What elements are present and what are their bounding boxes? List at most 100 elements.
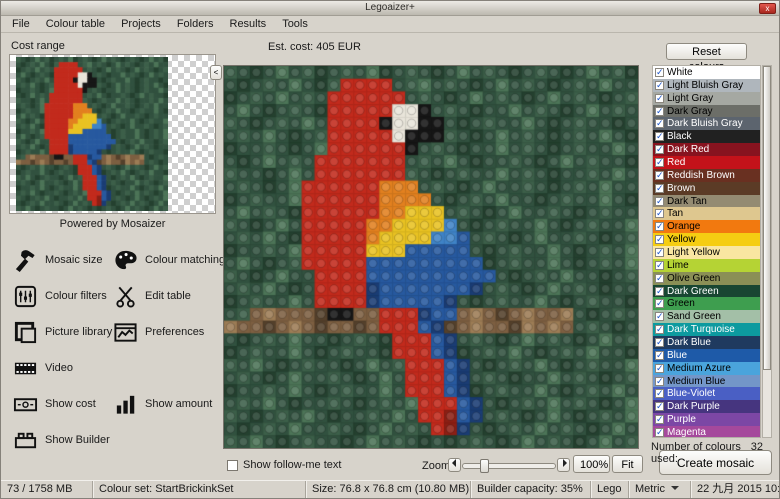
color-row[interactable]: ✓ Medium Azure: [653, 362, 760, 375]
reset-colours-button[interactable]: Reset colours: [666, 43, 747, 60]
zoom-100-button[interactable]: 100%: [573, 455, 610, 473]
zoom-slider-thumb[interactable]: [480, 459, 489, 473]
color-row[interactable]: ✓ Sand Green: [653, 310, 760, 323]
color-row[interactable]: ✓ Light Bluish Gray: [653, 79, 760, 92]
color-checkbox[interactable]: ✓: [655, 364, 664, 373]
color-name: Dark Tan: [667, 196, 707, 207]
color-row[interactable]: ✓ Dark Red: [653, 143, 760, 156]
color-row[interactable]: ✓ White: [653, 66, 760, 79]
color-name: Light Gray: [667, 93, 713, 104]
color-row[interactable]: ✓ Yellow: [653, 233, 760, 246]
color-row[interactable]: ✓ Light Yellow: [653, 246, 760, 259]
color-name: Black: [667, 131, 691, 142]
color-checkbox[interactable]: ✓: [655, 158, 664, 167]
color-checkbox[interactable]: ✓: [655, 287, 664, 296]
color-checkbox[interactable]: ✓: [655, 389, 664, 398]
color-row[interactable]: ✓ Lime: [653, 259, 760, 272]
color-row[interactable]: ✓ Purple: [653, 413, 760, 426]
color-checkbox[interactable]: ✓: [655, 132, 664, 141]
color-checkbox[interactable]: ✓: [655, 68, 664, 77]
menu-item[interactable]: Folders: [169, 16, 222, 32]
tool-button[interactable]: Mosaic size: [13, 248, 113, 273]
colours-used-row: Number of colours used: 32: [651, 441, 763, 465]
color-row[interactable]: ✓ Olive Green: [653, 272, 760, 285]
color-checkbox[interactable]: ✓: [655, 351, 664, 360]
color-row[interactable]: ✓ Red: [653, 156, 760, 169]
color-row[interactable]: ✓ Magenta: [653, 426, 760, 438]
color-checkbox[interactable]: ✓: [655, 119, 664, 128]
color-row[interactable]: ✓ Black: [653, 130, 760, 143]
color-row[interactable]: ✓ Green: [653, 297, 760, 310]
mosaic-view: [223, 65, 639, 449]
tool-button[interactable]: Show Builder: [13, 428, 113, 453]
tool-button[interactable]: Show cost: [13, 392, 113, 417]
color-checkbox[interactable]: ✓: [655, 312, 664, 321]
color-row[interactable]: ✓ Medium Blue: [653, 375, 760, 388]
zoom-fit-button[interactable]: Fit: [612, 455, 643, 473]
color-checkbox[interactable]: ✓: [655, 235, 664, 244]
close-button[interactable]: x: [759, 3, 776, 14]
color-row[interactable]: ✓ Tan: [653, 207, 760, 220]
color-checkbox[interactable]: ✓: [655, 402, 664, 411]
color-checkbox[interactable]: ✓: [655, 209, 664, 218]
color-name: Blue-Violet: [667, 388, 715, 399]
colours-used-value: 32: [751, 441, 763, 465]
tool-button[interactable]: Video: [13, 356, 113, 381]
color-row[interactable]: ✓ Reddish Brown: [653, 169, 760, 182]
tool-button[interactable]: Show amount: [113, 392, 221, 417]
color-checkbox[interactable]: ✓: [655, 184, 664, 193]
color-checkbox[interactable]: ✓: [655, 377, 664, 386]
zoom-in-button[interactable]: [557, 458, 570, 472]
color-row[interactable]: ✓ Blue-Violet: [653, 387, 760, 400]
menu-item[interactable]: File: [4, 16, 38, 32]
color-checkbox[interactable]: ✓: [655, 222, 664, 231]
menu-item[interactable]: Tools: [274, 16, 316, 32]
menu-item[interactable]: Colour table: [38, 16, 113, 32]
colour-list-scrollbar[interactable]: [762, 65, 772, 438]
color-row[interactable]: ✓ Brown: [653, 182, 760, 195]
color-row[interactable]: ✓ Orange: [653, 220, 760, 233]
color-checkbox[interactable]: ✓: [655, 274, 664, 283]
color-name: Lime: [667, 260, 689, 271]
units-value: Metric: [635, 483, 665, 495]
units-select[interactable]: Metric: [629, 481, 691, 498]
color-row[interactable]: ✓ Blue: [653, 349, 760, 362]
tool-button[interactable]: Colour filters: [13, 284, 113, 309]
tool-button[interactable]: Edit table: [113, 284, 221, 309]
color-checkbox[interactable]: ✓: [655, 325, 664, 334]
color-checkbox[interactable]: ✓: [655, 428, 664, 437]
tool-button[interactable]: Picture library: [13, 320, 113, 345]
color-row[interactable]: ✓ Dark Turquoise: [653, 323, 760, 336]
color-checkbox[interactable]: ✓: [655, 197, 664, 206]
color-checkbox[interactable]: ✓: [655, 94, 664, 103]
cost-range-label: Cost range: [11, 40, 65, 52]
color-checkbox[interactable]: ✓: [655, 338, 664, 347]
scrollbar-thumb[interactable]: [763, 66, 771, 370]
zoom-slider-track[interactable]: [462, 463, 556, 469]
color-checkbox[interactable]: ✓: [655, 171, 664, 180]
color-row[interactable]: ✓ Dark Blue: [653, 336, 760, 349]
color-checkbox[interactable]: ✓: [655, 415, 664, 424]
zoom-out-button[interactable]: [448, 458, 461, 472]
color-checkbox[interactable]: ✓: [655, 81, 664, 90]
color-row[interactable]: ✓ Light Gray: [653, 92, 760, 105]
color-row[interactable]: ✓ Dark Bluish Gray: [653, 117, 760, 130]
app-window: Legoaizer+ x File Colour table Projects …: [0, 0, 780, 499]
color-checkbox[interactable]: ✓: [655, 261, 664, 270]
color-checkbox[interactable]: ✓: [655, 145, 664, 154]
color-row[interactable]: ✓ Dark Gray: [653, 105, 760, 118]
follow-me-checkbox[interactable]: [227, 460, 238, 471]
tool-button[interactable]: Preferences: [113, 320, 221, 345]
color-row[interactable]: ✓ Dark Purple: [653, 400, 760, 413]
menu-item[interactable]: Results: [222, 16, 275, 32]
color-name: Purple: [667, 414, 696, 425]
color-row[interactable]: ✓ Dark Tan: [653, 195, 760, 208]
color-checkbox[interactable]: ✓: [655, 248, 664, 257]
menu-item[interactable]: Projects: [113, 16, 169, 32]
color-checkbox[interactable]: ✓: [655, 107, 664, 116]
status-bar: 73 / 1758 MB Colour set: StartBrickinkSe…: [1, 480, 779, 498]
tool-button[interactable]: Colour matching: [113, 248, 221, 273]
collapse-panel-button[interactable]: <: [210, 65, 222, 80]
color-row[interactable]: ✓ Dark Green: [653, 285, 760, 298]
color-checkbox[interactable]: ✓: [655, 299, 664, 308]
